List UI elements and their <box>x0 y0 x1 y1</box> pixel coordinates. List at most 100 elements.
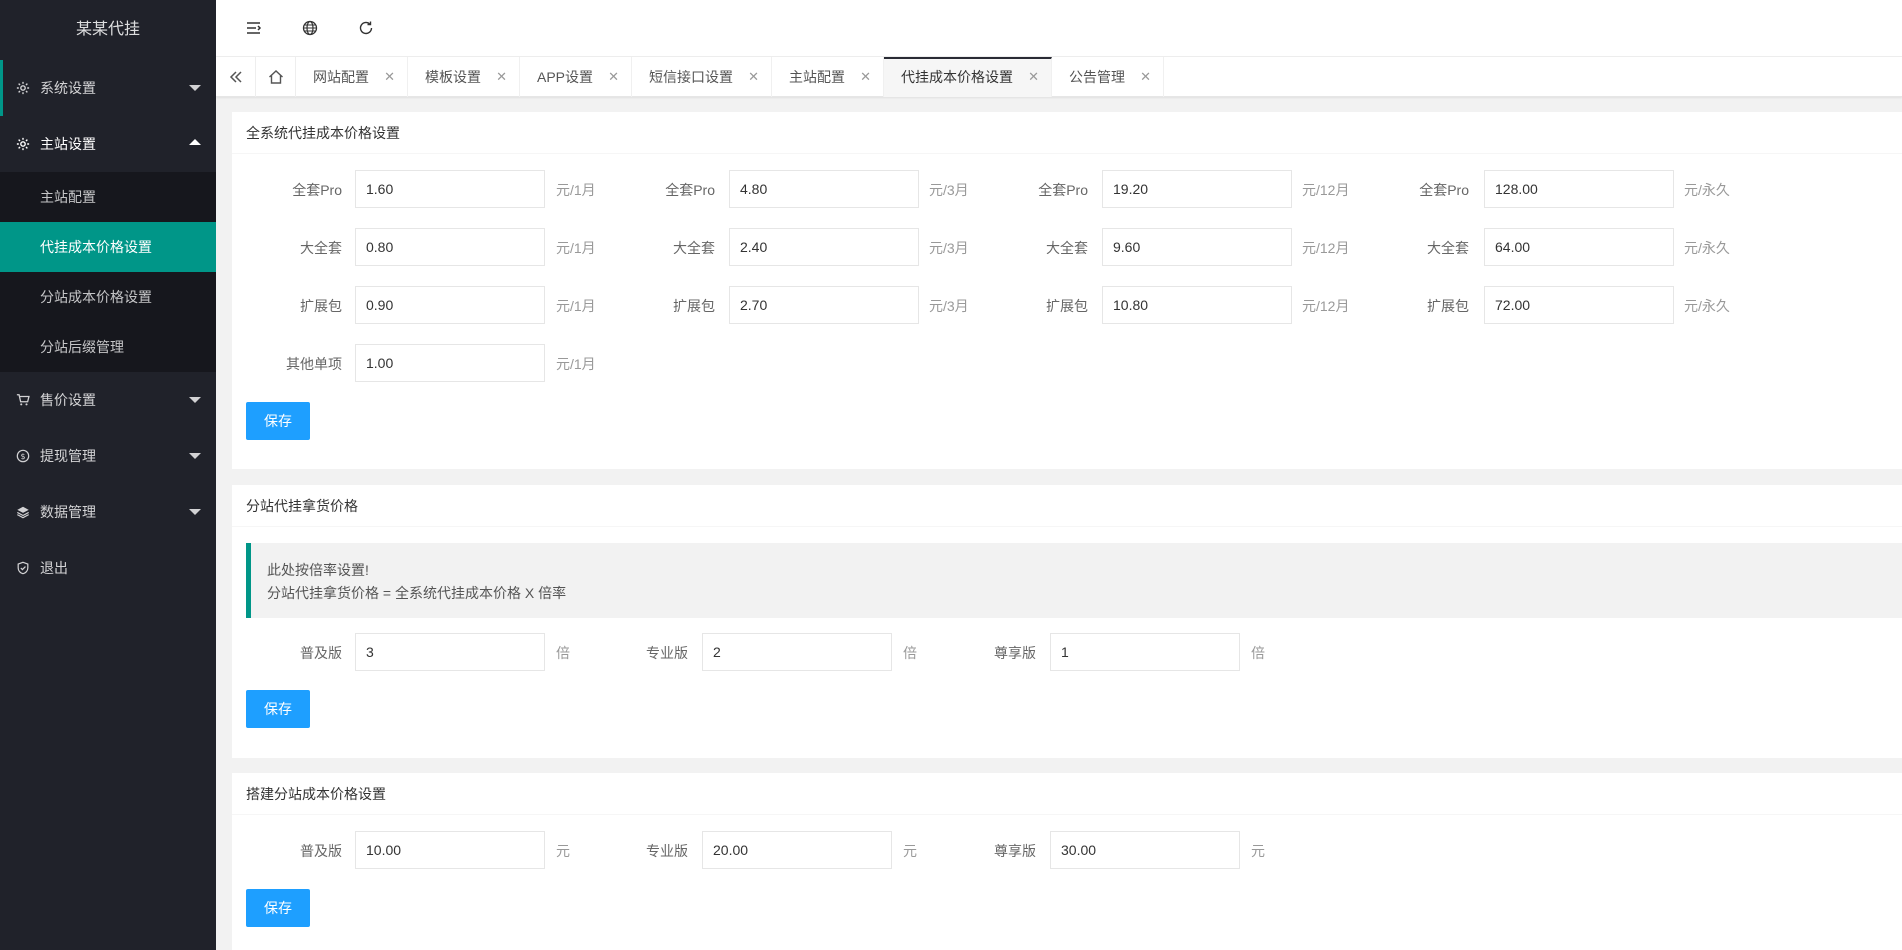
tab-label: 主站配置 <box>789 69 845 85</box>
pro-setup-price-input[interactable] <box>702 831 892 869</box>
submenu: 主站配置 代挂成本价格设置 分站成本价格设置 分站后缀管理 <box>0 172 216 372</box>
unit-label: 元/3月 <box>929 182 969 198</box>
proxy-cost-price-card: 全系统代挂成本价格设置 全套Pro 元/1月 全套Pro 元/3月 全套Pro … <box>232 112 1902 469</box>
field-label: 全套Pro <box>665 182 715 198</box>
svg-text:$: $ <box>20 452 25 461</box>
unit-label: 倍 <box>556 645 570 661</box>
tab-label: APP设置 <box>537 69 594 85</box>
field-label: 专业版 <box>646 645 688 661</box>
menu-system-settings[interactable]: 系统设置 <box>0 60 216 116</box>
menu-label: 退出 <box>40 560 68 576</box>
tabs-scroll-left-icon[interactable] <box>216 57 256 97</box>
tab-label: 网站配置 <box>313 69 369 85</box>
tab-site-config[interactable]: 网站配置 ✕ <box>296 57 408 97</box>
caret-down-icon <box>189 397 201 403</box>
close-icon[interactable]: ✕ <box>608 57 619 97</box>
field-label: 扩展包 <box>300 298 342 314</box>
field-label: 大全套 <box>1046 240 1088 256</box>
other-item-price-input[interactable] <box>355 344 545 382</box>
close-icon[interactable]: ✕ <box>384 57 395 97</box>
price-input[interactable] <box>1102 170 1292 208</box>
card-title: 全系统代挂成本价格设置 <box>232 112 1902 154</box>
unit-label: 元/1月 <box>556 298 596 314</box>
price-input[interactable] <box>355 170 545 208</box>
submenu-substation-cost-price[interactable]: 分站成本价格设置 <box>0 272 216 322</box>
globe-icon[interactable] <box>300 18 320 38</box>
field-label: 扩展包 <box>1046 298 1088 314</box>
menu-toggle-icon[interactable] <box>244 18 264 38</box>
tab-sms-settings[interactable]: 短信接口设置 ✕ <box>632 57 772 97</box>
menu-logout[interactable]: 退出 <box>0 540 216 596</box>
unit-label: 元/永久 <box>1684 298 1730 314</box>
substation-setup-cost-card: 搭建分站成本价格设置 普及版 元 专业版 元 尊享版 元 保存 <box>232 773 1902 950</box>
basic-rate-input[interactable] <box>355 633 545 671</box>
menu-withdraw-management[interactable]: $ 提现管理 <box>0 428 216 484</box>
submenu-substation-suffix[interactable]: 分站后缀管理 <box>0 322 216 372</box>
gear-icon <box>15 116 31 172</box>
tab-proxy-cost-price[interactable]: 代挂成本价格设置 ✕ <box>884 57 1052 97</box>
top-header <box>216 0 1902 57</box>
unit-label: 倍 <box>1251 645 1265 661</box>
menu-main-site-settings[interactable]: 主站设置 <box>0 116 216 172</box>
substation-price-card: 分站代挂拿货价格 此处按倍率设置! 分站代挂拿货价格 = 全系统代挂成本价格 X… <box>232 485 1902 758</box>
save-button[interactable]: 保存 <box>246 889 310 927</box>
tab-announcements[interactable]: 公告管理 ✕ <box>1052 57 1164 97</box>
menu-price-settings[interactable]: 售价设置 <box>0 372 216 428</box>
app-logo: 某某代挂 <box>0 0 216 60</box>
caret-down-icon <box>189 85 201 91</box>
price-input[interactable] <box>355 286 545 324</box>
home-icon[interactable] <box>256 57 296 97</box>
unit-label: 元/12月 <box>1302 298 1350 314</box>
price-input[interactable] <box>729 286 919 324</box>
field-label: 全套Pro <box>1419 182 1469 198</box>
price-input[interactable] <box>1484 286 1674 324</box>
field-label: 大全套 <box>300 240 342 256</box>
unit-label: 元/3月 <box>929 298 969 314</box>
tab-template-settings[interactable]: 模板设置 ✕ <box>408 57 520 97</box>
save-button[interactable]: 保存 <box>246 402 310 440</box>
shield-icon <box>15 540 31 596</box>
unit-label: 元/3月 <box>929 240 969 256</box>
close-icon[interactable]: ✕ <box>860 57 871 97</box>
tab-app-settings[interactable]: APP设置 ✕ <box>520 57 632 97</box>
premium-setup-price-input[interactable] <box>1050 831 1240 869</box>
close-icon[interactable]: ✕ <box>1028 59 1039 95</box>
menu-label: 主站设置 <box>40 136 96 152</box>
menu-label: 提现管理 <box>40 448 96 464</box>
close-icon[interactable]: ✕ <box>1140 57 1151 97</box>
field-label: 扩展包 <box>673 298 715 314</box>
basic-setup-price-input[interactable] <box>355 831 545 869</box>
unit-label: 倍 <box>903 645 917 661</box>
price-input[interactable] <box>1484 228 1674 266</box>
gear-icon <box>15 60 31 116</box>
close-icon[interactable]: ✕ <box>496 57 507 97</box>
menu-data-management[interactable]: 数据管理 <box>0 484 216 540</box>
menu-label: 系统设置 <box>40 80 96 96</box>
submenu-main-site-config[interactable]: 主站配置 <box>0 172 216 222</box>
field-label: 尊享版 <box>994 645 1036 661</box>
refresh-icon[interactable] <box>356 18 376 38</box>
menu-label: 数据管理 <box>40 504 96 520</box>
field-label: 普及版 <box>300 645 342 661</box>
price-input[interactable] <box>355 228 545 266</box>
price-input[interactable] <box>1102 228 1292 266</box>
tab-label: 代挂成本价格设置 <box>901 69 1013 85</box>
submenu-proxy-cost-price[interactable]: 代挂成本价格设置 <box>0 222 216 272</box>
close-icon[interactable]: ✕ <box>748 57 759 97</box>
price-input[interactable] <box>1102 286 1292 324</box>
unit-label: 元/12月 <box>1302 182 1350 198</box>
field-label: 普及版 <box>300 843 342 859</box>
tab-main-site-config[interactable]: 主站配置 ✕ <box>772 57 884 97</box>
price-input[interactable] <box>1484 170 1674 208</box>
price-input[interactable] <box>729 228 919 266</box>
save-button[interactable]: 保存 <box>246 690 310 728</box>
card-title: 分站代挂拿货价格 <box>232 485 1902 527</box>
caret-down-icon <box>189 453 201 459</box>
field-label: 全套Pro <box>292 182 342 198</box>
menu-label: 售价设置 <box>40 392 96 408</box>
tab-label: 公告管理 <box>1069 69 1125 85</box>
premium-rate-input[interactable] <box>1050 633 1240 671</box>
price-input[interactable] <box>729 170 919 208</box>
pro-rate-input[interactable] <box>702 633 892 671</box>
field-label: 尊享版 <box>994 843 1036 859</box>
